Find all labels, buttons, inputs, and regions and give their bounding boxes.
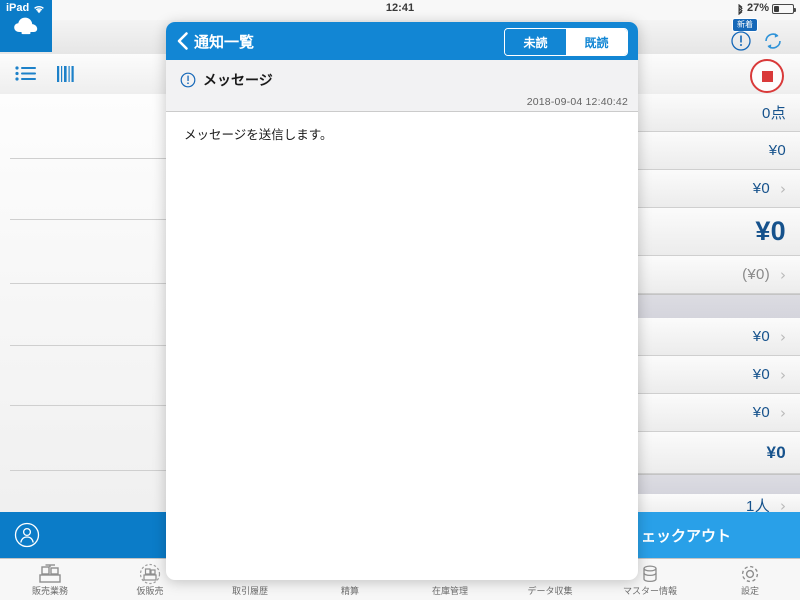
message-title: メッセージ [203,72,273,88]
summary-value: ¥0 [752,180,770,197]
chevron-right-icon: › [780,327,786,346]
chevron-right-icon: › [780,365,786,384]
summary-value: ¥0 [752,366,770,383]
status-bar: iPad 12:41 27% [0,0,800,20]
checkout-button[interactable]: ェックアウト [629,512,800,558]
message-timestamp: 2018-09-04 12:40:42 [526,96,628,108]
status-left: iPad [6,2,45,14]
chevron-right-icon: › [780,179,786,198]
summary-value: ¥0 [768,142,786,159]
notification-modal: 通知一覧 未読 既読 メッセージ 2018-09-04 12:40:42 メッセ… [166,22,638,580]
tab-label: マスター情報 [622,586,677,596]
message-title-group: メッセージ [180,70,273,90]
read-filter-segmented-control[interactable]: 未読 既読 [504,28,628,56]
gear-icon [736,563,764,585]
wifi-icon [33,4,45,14]
tab-label: 設定 [740,586,759,596]
list-separator [10,219,166,220]
list-separator [10,405,166,406]
device-name: iPad [6,2,30,14]
battery-icon [772,4,796,14]
provisional-sale-icon [136,563,164,585]
tab-label: データ収集 [527,586,573,596]
status-clock: 12:41 [385,2,415,14]
tab-label: 取引履歴 [231,586,268,596]
summary-value: ¥0 [755,216,786,246]
tab-sales[interactable]: 販売業務 [0,559,100,600]
refresh-icon[interactable] [762,30,784,52]
database-icon [636,563,664,585]
segment-unread[interactable]: 未読 [505,29,566,55]
tab-label: 販売業務 [31,586,68,596]
back-button[interactable]: 通知一覧 [176,31,254,52]
tab-label: 仮販売 [136,586,164,596]
summary-value: 0点 [762,105,786,122]
barcode-icon[interactable] [54,62,80,86]
list-icon[interactable] [14,62,40,86]
stop-record-icon [761,70,773,82]
segment-read[interactable]: 既読 [566,29,627,55]
info-circle-icon[interactable] [730,30,752,52]
ipad-screen: iPad 12:41 27% 新着 0点 ¥0 ¥0 › ¥0 (¥0) › ¥… [0,0,800,600]
checkout-label: ェックアウト [641,527,732,545]
notification-cluster: 新着 [720,18,792,54]
user-avatar-icon[interactable] [14,522,40,548]
summary-value: ¥0 [752,328,770,345]
summary-value: (¥0) [742,266,770,283]
bluetooth-icon [737,3,744,15]
list-separator [10,470,166,471]
message-header: メッセージ 2018-09-04 12:40:42 [166,60,638,112]
info-circle-icon [180,72,196,88]
back-chevron-icon [176,31,189,51]
tab-settings[interactable]: 設定 [700,559,800,600]
tab-label: 在庫管理 [431,586,468,596]
modal-title: 通知一覧 [194,33,255,51]
modal-nav-bar: 通知一覧 未読 既読 [166,22,638,60]
list-separator [10,345,166,346]
chevron-right-icon: › [780,403,786,422]
summary-value: ¥0 [752,404,770,421]
battery-percent: 27% [746,2,769,14]
cloud-upload-icon [14,17,38,35]
status-right: 27% [737,2,796,15]
stop-record-button[interactable] [750,59,784,93]
tab-label: 精算 [340,586,359,596]
product-list[interactable] [0,94,166,512]
message-body: メッセージを送信します。 [184,128,333,142]
summary-value: ¥0 [766,442,786,462]
list-separator [10,158,166,159]
chevron-right-icon: › [780,265,786,284]
cash-register-icon [36,563,64,585]
